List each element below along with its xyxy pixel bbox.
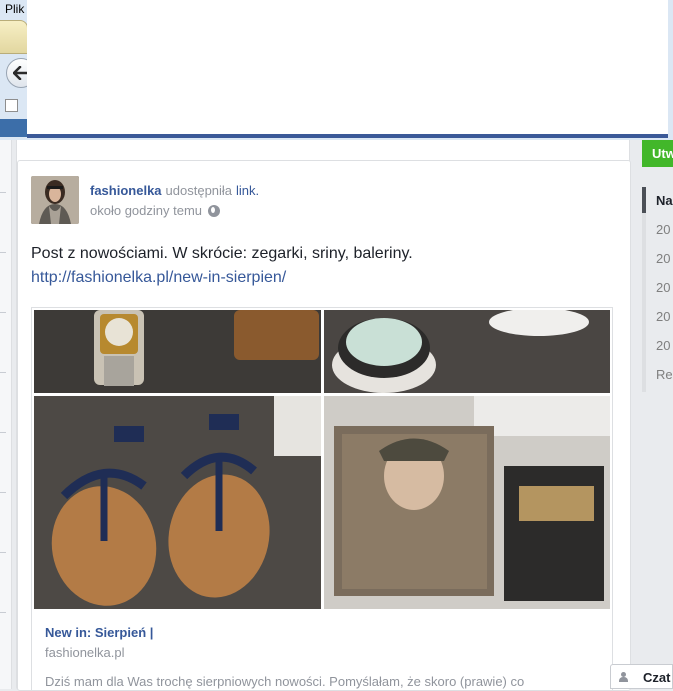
timestamp-text[interactable]: około godziny temu bbox=[90, 203, 202, 218]
chat-bar[interactable]: Czat bbox=[610, 664, 673, 689]
preview-image-sandals[interactable] bbox=[34, 396, 321, 609]
right-column: Utw Na 20 20 20 20 20 Re bbox=[640, 140, 673, 689]
chat-label: Czat bbox=[643, 670, 671, 685]
timeline-years-nav: Na 20 20 20 20 20 Re bbox=[642, 187, 673, 392]
nav-item-year[interactable]: 20 bbox=[656, 338, 670, 353]
avatar-photo bbox=[31, 176, 79, 224]
menu-file[interactable]: Plik bbox=[5, 2, 24, 16]
nav-item-born[interactable]: Re bbox=[656, 367, 673, 382]
browser-tab[interactable] bbox=[0, 20, 28, 54]
bookmark-checkbox[interactable] bbox=[5, 99, 18, 112]
post-text: Post z nowościami. W skrócie: zegarki, s… bbox=[31, 245, 413, 262]
shared-link[interactable]: link. bbox=[236, 183, 259, 198]
nav-item-year[interactable]: 20 bbox=[656, 222, 670, 237]
facebook-top-bar bbox=[27, 134, 668, 138]
blank-overlay bbox=[27, 0, 668, 134]
preview-image-watches[interactable] bbox=[34, 310, 321, 393]
link-preview[interactable]: New in: Sierpień | fashionelka.pl Dziś m… bbox=[31, 307, 613, 691]
avatar[interactable] bbox=[31, 176, 79, 224]
post-timestamp[interactable]: około godziny temu bbox=[90, 203, 221, 218]
nav-item-year[interactable]: 20 bbox=[656, 280, 670, 295]
preview-domain: fashionelka.pl bbox=[45, 645, 125, 660]
left-sidebar-edge bbox=[0, 140, 12, 689]
nav-item-now[interactable]: Na bbox=[656, 193, 673, 208]
shared-verb: udostępniła bbox=[165, 183, 233, 198]
post-card: fashionelka udostępniła link. około godzin… bbox=[17, 160, 631, 691]
chrome-bottom-bar bbox=[0, 119, 30, 137]
preview-image-brush[interactable] bbox=[324, 310, 610, 393]
author-name[interactable]: fashionelka bbox=[90, 183, 162, 198]
post-header: fashionelka udostępniła link. bbox=[90, 183, 259, 198]
create-button[interactable]: Utw bbox=[642, 140, 673, 167]
post-link[interactable]: http://fashionelka.pl/new-in-sierpien/ bbox=[31, 269, 286, 287]
globe-icon[interactable] bbox=[208, 205, 221, 217]
nav-rail bbox=[642, 213, 646, 392]
person-icon bbox=[619, 672, 628, 682]
nav-item-year[interactable]: 20 bbox=[656, 309, 670, 324]
preview-title[interactable]: New in: Sierpień | bbox=[45, 625, 153, 640]
preview-description: Dziś mam dla Was trochę sierpniowych now… bbox=[45, 674, 525, 689]
nav-item-year[interactable]: 20 bbox=[656, 251, 670, 266]
preview-image-books[interactable] bbox=[324, 396, 610, 609]
active-indicator bbox=[642, 187, 646, 213]
